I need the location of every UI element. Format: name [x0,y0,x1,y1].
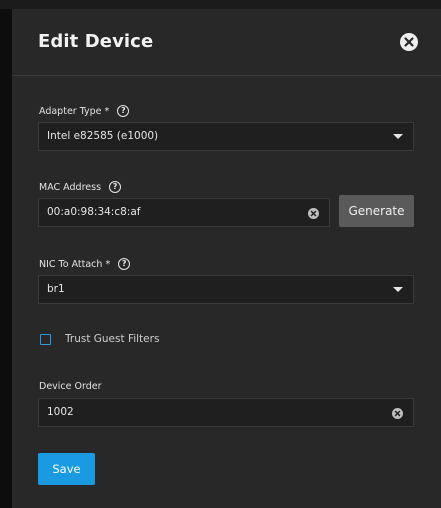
clear-circle-icon[interactable] [308,208,319,219]
dialog-title: Edit Device [38,31,154,52]
backdrop-top [0,0,441,9]
adapter-type-label-text: Adapter Type * [39,105,110,117]
nic-to-attach-select[interactable]: br1 [38,275,414,304]
adapter-type-value: Intel e82585 (e1000) [47,130,159,142]
caret-down-icon [393,287,403,292]
question-circle-icon[interactable]: ? [109,181,122,193]
close-icon[interactable] [400,33,418,51]
edit-device-dialog: Edit Device Adapter Type * ? Intel e8258… [12,9,441,508]
dialog-header: Edit Device [12,9,441,76]
trust-guest-filters-label: Trust Guest Filters [65,333,160,345]
device-order-label-text: Device Order [39,381,102,392]
caret-down-icon [393,134,403,139]
backdrop-left [0,9,12,508]
trust-guest-filters-checkbox[interactable] [40,334,51,345]
nic-to-attach-label: NIC To Attach * ? [39,258,131,270]
generate-button[interactable]: Generate [339,195,414,227]
nic-to-attach-value: br1 [47,283,65,295]
question-circle-icon[interactable]: ? [118,258,131,270]
mac-address-value: 00:a0:98:34:c8:af [47,206,141,218]
adapter-type-label: Adapter Type * ? [39,105,130,117]
device-order-label: Device Order [39,381,102,392]
adapter-type-select[interactable]: Intel e82585 (e1000) [38,122,414,151]
mac-address-label-text: MAC Address [39,181,102,193]
clear-circle-icon[interactable] [392,408,403,419]
nic-to-attach-label-text: NIC To Attach * [39,258,111,270]
save-button[interactable]: Save [38,453,95,485]
mac-address-label: MAC Address ? [39,181,122,193]
mac-address-input[interactable]: 00:a0:98:34:c8:af [38,198,330,227]
question-circle-icon[interactable]: ? [117,105,130,117]
device-order-input[interactable]: 1002 [38,398,414,427]
device-order-value: 1002 [47,406,74,418]
